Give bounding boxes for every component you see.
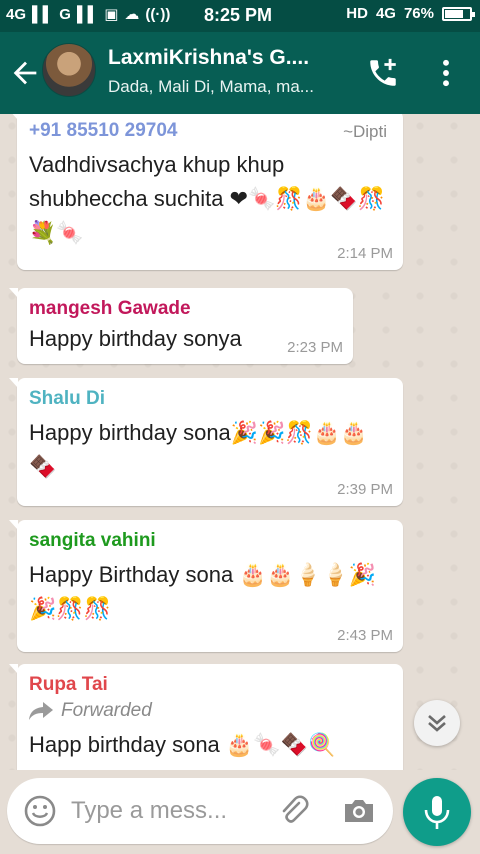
mic-icon [424, 796, 450, 829]
chat-title: LaxmiKrishna's G.... [108, 46, 310, 69]
status-left: 4G ▌▌ G ▌▌ ▣ ☁ ((·)) [6, 5, 171, 24]
more-vert-icon[interactable] [436, 56, 456, 90]
message-bubble[interactable]: sangita vahini Happy Birthday sona 🎂🎂🍦🍦🎉… [9, 520, 403, 652]
message-bubble[interactable]: Shalu Di Happy birthday sona🎉🎉🎊🎂🎂🍫 2:39 … [9, 378, 403, 506]
status-right: HD 4G 76% [346, 5, 475, 22]
signal-4g: 4G [6, 5, 27, 23]
message-bubble[interactable]: mangesh Gawade Happy birthday sonya 2:23… [9, 288, 353, 364]
message-time: 2:39 PM [337, 481, 393, 498]
message-time: 2:23 PM [287, 339, 343, 356]
signal-icon-2: ▌▌ [76, 5, 99, 23]
cloud-icon: ☁ [124, 6, 140, 23]
message-sender: Rupa Tai [29, 674, 108, 695]
mic-button[interactable] [403, 778, 471, 846]
battery-percent: 76% [403, 5, 434, 22]
message-bubble[interactable]: Rupa Tai Forwarded Happ birthday sona 🎂🍬… [9, 664, 403, 770]
chat-messages[interactable]: +91 85510 29704 ~Dipti Vadhdivsachya khu… [0, 114, 480, 770]
forwarded-text: Forwarded [61, 700, 152, 721]
message-time: 2:43 PM [337, 627, 393, 644]
forwarded-label: Forwarded [29, 700, 391, 722]
message-sender: Shalu Di [29, 388, 106, 409]
forward-arrow-icon [29, 702, 53, 720]
chevron-down-icon [428, 715, 446, 732]
message-sender: sangita vahini [29, 530, 156, 551]
status-bar: 4G ▌▌ G ▌▌ ▣ ☁ ((·)) 8:25 PM HD 4G 76% [0, 0, 480, 32]
add-call-icon[interactable] [366, 56, 400, 90]
emoji-icon[interactable] [23, 794, 57, 828]
signal-icon: ▌▌ [32, 5, 54, 23]
scroll-down-button[interactable] [414, 700, 460, 746]
app-notification-icon: ▣ [104, 6, 119, 23]
chat-header: LaxmiKrishna's G.... Dada, Mali Di, Mama… [0, 32, 480, 114]
network-hd: HD [346, 5, 368, 22]
status-time: 8:25 PM [204, 5, 273, 25]
message-input[interactable] [71, 794, 271, 828]
message-bubble[interactable]: +91 85510 29704 ~Dipti Vadhdivsachya khu… [9, 114, 403, 270]
attach-icon[interactable] [277, 794, 311, 828]
message-input-bar [7, 778, 393, 844]
group-avatar[interactable] [42, 43, 96, 97]
chat-subtitle: Dada, Mali Di, Mama, ma... [108, 77, 314, 96]
hotspot-icon: ((·)) [145, 5, 171, 23]
message-sender-phone: +91 85510 29704 [29, 120, 178, 141]
message-sender-alias: ~Dipti [343, 122, 387, 141]
back-arrow-icon[interactable] [8, 56, 42, 90]
camera-icon[interactable] [341, 794, 377, 828]
message-sender: mangesh Gawade [29, 298, 191, 319]
message-text: Happy Birthday sona 🎂🎂🍦🍦🎉🎉🎊🎊 [29, 562, 377, 621]
message-text: Happy birthday sona🎉🎉🎊🎂🎂🍫 [29, 420, 368, 479]
message-time: 2:14 PM [337, 245, 393, 262]
message-text: Happ birthday sona 🎂🍬🍫🍭 [29, 732, 336, 757]
battery-icon [442, 6, 475, 21]
chat-title-block[interactable]: LaxmiKrishna's G.... Dada, Mali Di, Mama… [108, 46, 358, 97]
message-text: Vadhdivsachya khup khup shubheccha suchi… [29, 152, 385, 245]
signal-g: G [59, 5, 71, 23]
network-4g: 4G [375, 5, 396, 22]
